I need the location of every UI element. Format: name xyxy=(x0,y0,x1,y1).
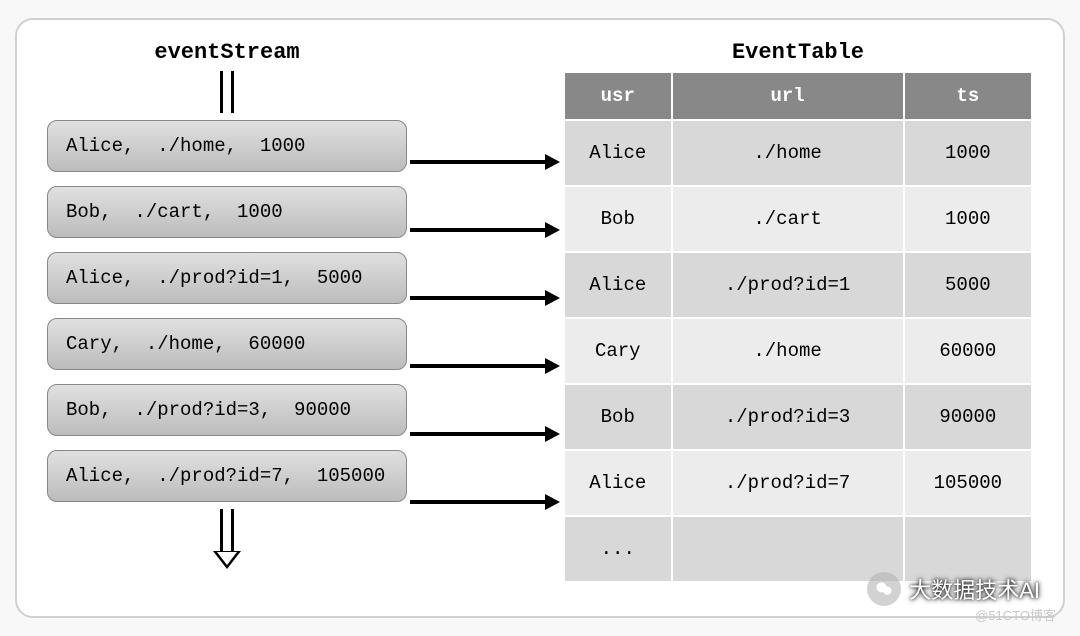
cell-usr: Bob xyxy=(564,186,672,252)
stream-event: Alice, ./prod?id=7, 105000 xyxy=(47,450,407,502)
cell-usr: Bob xyxy=(564,384,672,450)
stream-arrow-bottom xyxy=(213,509,241,555)
cell-url: ./prod?id=7 xyxy=(672,450,904,516)
cell-url: ./cart xyxy=(672,186,904,252)
table-row: Alice ./home 1000 xyxy=(564,120,1032,186)
watermark-text: @51CTO博客 xyxy=(975,605,1056,624)
stream-event: Bob, ./prod?id=3, 90000 xyxy=(47,384,407,436)
arrow-right-icon xyxy=(410,492,560,512)
cell-ts: 90000 xyxy=(904,384,1032,450)
arrow-right-icon xyxy=(410,356,560,376)
table-row: Cary ./home 60000 xyxy=(564,318,1032,384)
wechat-icon xyxy=(867,572,901,606)
cell-url: ./home xyxy=(672,318,904,384)
diagram-frame: eventStream Alice, ./home, 1000 Bob, ./c… xyxy=(15,18,1065,618)
table-header-row: usr url ts xyxy=(564,72,1032,120)
col-url: url xyxy=(672,72,904,120)
cell-url: ./prod?id=1 xyxy=(672,252,904,318)
brand-text: 大数据技术AI xyxy=(909,573,1040,605)
brand-overlay: 大数据技术AI xyxy=(867,572,1040,606)
stream-event: Alice, ./prod?id=1, 5000 xyxy=(47,252,407,304)
arrow-right-icon xyxy=(410,288,560,308)
cell-ts: 105000 xyxy=(904,450,1032,516)
event-stream-column: eventStream Alice, ./home, 1000 Bob, ./c… xyxy=(47,40,407,586)
cell-ts: 5000 xyxy=(904,252,1032,318)
stream-event: Cary, ./home, 60000 xyxy=(47,318,407,370)
cell-url: ./prod?id=3 xyxy=(672,384,904,450)
cell-usr: Cary xyxy=(564,318,672,384)
cell-ellipsis: ... xyxy=(564,516,672,582)
stream-event: Bob, ./cart, 1000 xyxy=(47,186,407,238)
table-row: Alice ./prod?id=1 5000 xyxy=(564,252,1032,318)
table-row: Alice ./prod?id=7 105000 xyxy=(564,450,1032,516)
event-table-column: EventTable usr url ts Alice ./home 1000 … xyxy=(563,40,1033,586)
cell-usr: Alice xyxy=(564,450,672,516)
stream-event: Alice, ./home, 1000 xyxy=(47,120,407,172)
col-ts: ts xyxy=(904,72,1032,120)
arrow-right-icon xyxy=(410,424,560,444)
table-row: Bob ./prod?id=3 90000 xyxy=(564,384,1032,450)
cell-ts: 1000 xyxy=(904,120,1032,186)
arrow-right-icon xyxy=(410,220,560,240)
mapping-arrows xyxy=(407,40,563,586)
table-row: Bob ./cart 1000 xyxy=(564,186,1032,252)
stream-arrow-top xyxy=(213,71,241,113)
arrow-right-icon xyxy=(410,152,560,172)
stream-title: eventStream xyxy=(154,40,299,65)
cell-url: ./home xyxy=(672,120,904,186)
cell-usr: Alice xyxy=(564,252,672,318)
cell-ts: 60000 xyxy=(904,318,1032,384)
col-usr: usr xyxy=(564,72,672,120)
cell-ts: 1000 xyxy=(904,186,1032,252)
table-title: EventTable xyxy=(732,40,864,65)
event-table: usr url ts Alice ./home 1000 Bob ./cart … xyxy=(563,71,1033,583)
cell-usr: Alice xyxy=(564,120,672,186)
